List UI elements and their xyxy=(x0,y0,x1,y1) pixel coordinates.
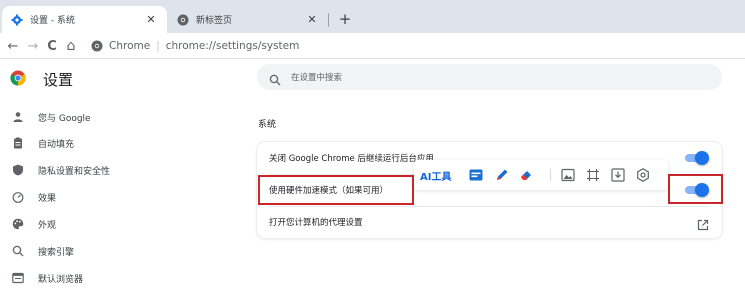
setting-label: 关闭 Google Chrome 后继续运行后台应用 xyxy=(269,154,434,164)
search-icon xyxy=(269,71,281,86)
clipboard-icon xyxy=(12,137,24,149)
sidebar-item-label: 效果 xyxy=(38,193,57,204)
download-icon[interactable] xyxy=(610,167,626,183)
omnibox-separator: | xyxy=(156,40,160,52)
pen-icon[interactable] xyxy=(494,167,510,183)
floating-screenshot-toolbar: AI工具 xyxy=(414,160,668,190)
ai-tools-button[interactable]: AI工具 xyxy=(420,168,451,183)
sidebar-item-you-and-google[interactable]: 您与 Google xyxy=(0,104,230,130)
search-placeholder: 在设置中搜索 xyxy=(291,73,343,83)
home-button[interactable]: ⌂ xyxy=(62,37,80,55)
eraser-icon[interactable] xyxy=(518,167,534,183)
highlight-box-toggle xyxy=(668,174,723,204)
sidebar-item-appearance[interactable]: 外观 xyxy=(0,211,230,237)
forward-button[interactable]: → xyxy=(24,37,42,55)
browser-icon xyxy=(12,272,24,284)
toolbar-separator xyxy=(550,169,551,181)
sidebar-item-label: 隐私设置和安全性 xyxy=(38,166,111,177)
address-bar[interactable]: Chrome | chrome://settings/system xyxy=(90,36,740,56)
person-icon xyxy=(12,111,24,123)
sidebar-item-label: 自动填充 xyxy=(38,139,75,150)
tab-separator xyxy=(328,13,329,27)
chrome-icon xyxy=(90,39,104,53)
image-icon[interactable] xyxy=(560,167,576,183)
page-title: 设置 xyxy=(43,71,74,89)
search-icon xyxy=(12,245,24,257)
url-text[interactable]: chrome://settings/system xyxy=(166,40,300,52)
tab-strip: 设置 - 系统 ✕ 新标签页 ✕ + xyxy=(0,0,745,33)
external-link-icon[interactable] xyxy=(697,216,709,231)
settings-search-input[interactable]: 在设置中搜索 xyxy=(257,64,722,90)
background-apps-toggle[interactable] xyxy=(685,151,709,165)
section-title: 系统 xyxy=(258,120,277,130)
sidebar-item-privacy-security[interactable]: 隐私设置和安全性 xyxy=(0,157,230,183)
sidebar-item-label: 您与 Google xyxy=(38,113,91,124)
highlight-box-hardware-acceleration xyxy=(258,175,414,205)
site-chip: Chrome xyxy=(109,40,151,52)
settings-icon[interactable] xyxy=(635,167,651,183)
tab-settings-system[interactable]: 设置 - 系统 ✕ xyxy=(2,6,167,33)
tab-new-tab[interactable]: 新标签页 ✕ xyxy=(168,6,328,33)
chrome-icon xyxy=(176,13,190,27)
sidebar-item-search-engine[interactable]: 搜索引擎 xyxy=(0,238,230,264)
setting-row-proxy[interactable]: 打开您计算机的代理设置 xyxy=(257,206,722,238)
hd-icon[interactable] xyxy=(468,167,484,183)
tab-close-button[interactable]: ✕ xyxy=(304,12,320,28)
crop-icon[interactable] xyxy=(585,167,601,183)
sidebar-item-autofill[interactable]: 自动填充 xyxy=(0,130,230,156)
tab-title: 新标签页 xyxy=(196,16,233,26)
shield-icon xyxy=(12,164,24,176)
tab-title: 设置 - 系统 xyxy=(30,16,75,26)
gauge-icon xyxy=(12,191,24,203)
browser-toolbar: ← → C ⌂ Chrome | chrome://settings/syste… xyxy=(0,33,745,59)
sidebar-item-default-browser[interactable]: 默认浏览器 xyxy=(0,265,230,291)
reload-button[interactable]: C xyxy=(43,37,61,55)
sidebar-item-performance[interactable]: 效果 xyxy=(0,184,230,210)
palette-icon xyxy=(12,218,24,230)
sidebar-item-label: 默认浏览器 xyxy=(38,274,84,285)
settings-gear-icon xyxy=(10,13,24,27)
tab-close-button[interactable]: ✕ xyxy=(143,12,159,28)
setting-label: 打开您计算机的代理设置 xyxy=(269,218,363,228)
new-tab-button[interactable]: + xyxy=(336,10,354,28)
sidebar-item-label: 外观 xyxy=(38,220,57,231)
back-button[interactable]: ← xyxy=(4,37,22,55)
sidebar-item-label: 搜索引擎 xyxy=(38,247,75,258)
chrome-logo-icon xyxy=(10,70,26,86)
